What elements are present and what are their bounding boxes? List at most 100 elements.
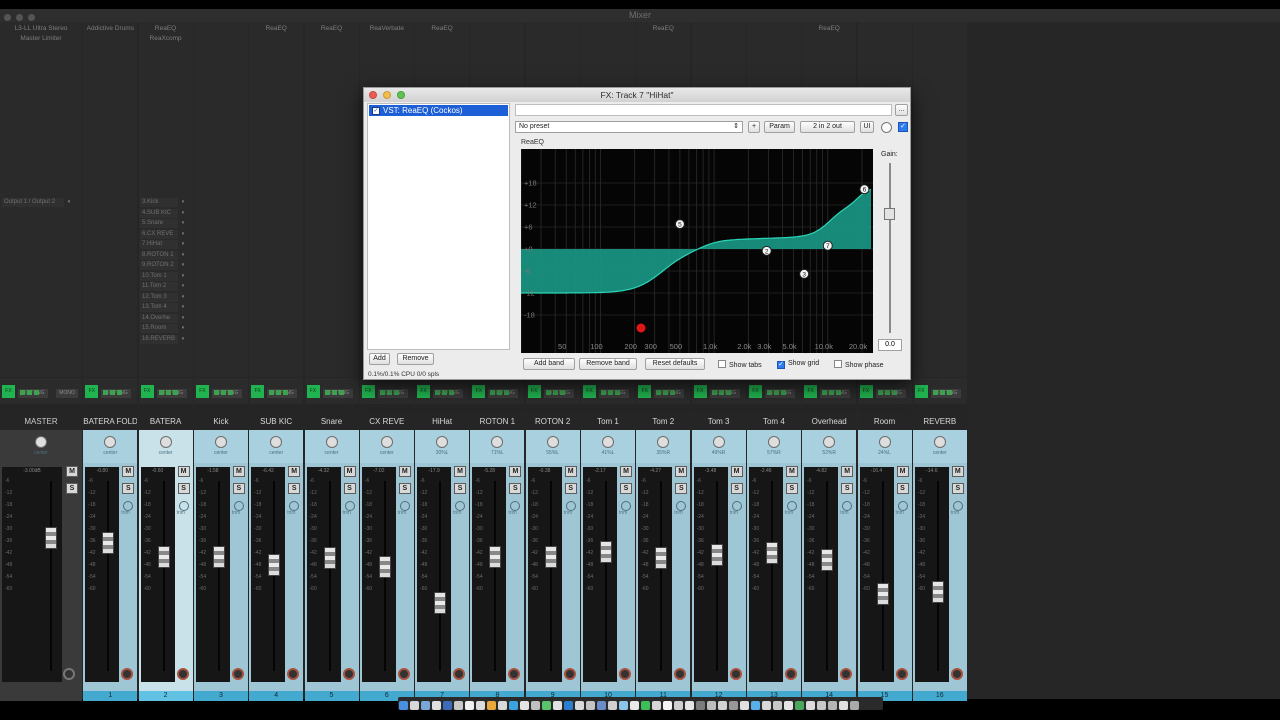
record-arm-icon[interactable] bbox=[784, 668, 797, 680]
track-name[interactable]: BATERA bbox=[139, 417, 193, 426]
send-knob-icon[interactable]: ◖ bbox=[67, 199, 72, 205]
minimize-icon[interactable] bbox=[383, 91, 391, 99]
dock-app-icon[interactable] bbox=[509, 701, 518, 710]
send-knob-icon[interactable]: ◖ bbox=[181, 199, 186, 205]
fx-slot[interactable]: Master Limiter bbox=[0, 34, 82, 44]
eq-band-node[interactable]: 5 bbox=[674, 219, 685, 230]
track-strip[interactable]: FX ROUTING HiHat 30%L -17.9 -6 -12 -18 -24 -30 -36… bbox=[415, 378, 470, 701]
reset-defaults-button[interactable]: Reset defaults bbox=[645, 358, 705, 370]
solo-button[interactable]: S bbox=[951, 483, 964, 494]
gain-value-field[interactable]: 0.0 bbox=[878, 339, 902, 351]
fx-button[interactable]: FX bbox=[472, 385, 486, 398]
track-strip[interactable]: FX ROUTING Tom 2 35%R -4.27 -6 -12 -18 -24 -30 -36… bbox=[636, 378, 691, 701]
track-number[interactable] bbox=[0, 691, 82, 701]
pan-knob[interactable] bbox=[767, 436, 780, 448]
fx-button[interactable]: FX bbox=[583, 385, 596, 398]
folder-send[interactable]: 4.SUB KIC ◖ bbox=[140, 208, 186, 218]
fx-slot[interactable]: Addictive Drums bbox=[83, 24, 137, 34]
track-name[interactable]: Tom 4 bbox=[747, 417, 801, 426]
solo-button[interactable]: S bbox=[620, 483, 632, 494]
track-name[interactable]: Kick bbox=[194, 417, 248, 426]
fx-button[interactable]: FX bbox=[251, 385, 265, 398]
close-icon[interactable] bbox=[369, 91, 377, 99]
add-band-button[interactable]: Add band bbox=[523, 358, 575, 370]
solo-button[interactable]: S bbox=[122, 483, 135, 494]
dock-app-icon[interactable] bbox=[608, 701, 617, 710]
mute-button[interactable]: M bbox=[951, 466, 964, 477]
bypass-checkbox[interactable]: ✓ bbox=[898, 122, 908, 132]
send-knob-icon[interactable]: ◖ bbox=[181, 252, 186, 258]
track-strip[interactable]: FX ROUTING BATERA center -0.60 -6 -12 -18 -24 -30… bbox=[138, 378, 193, 701]
volume-fader[interactable] bbox=[821, 549, 834, 571]
folder-send[interactable]: 9.ROTON 2 ◖ bbox=[140, 261, 186, 270]
fx-button[interactable]: FX bbox=[914, 385, 928, 398]
track-name[interactable]: SUB KIC bbox=[249, 417, 303, 426]
volume-fader[interactable] bbox=[655, 547, 668, 570]
add-preset-button[interactable]: + bbox=[748, 121, 760, 133]
mute-button[interactable]: M bbox=[730, 466, 743, 477]
more-button[interactable]: ... bbox=[895, 104, 908, 116]
folder-send[interactable]: 5.Snare ◖ bbox=[140, 219, 186, 228]
record-arm-icon[interactable] bbox=[840, 668, 853, 680]
dock-app-icon[interactable] bbox=[751, 701, 760, 710]
volume-fader[interactable] bbox=[600, 540, 612, 563]
track-strip[interactable]: FX ROUTING REVERB center -14.6 -6 -12 -18 -24 -30… bbox=[912, 378, 967, 701]
track-name[interactable]: Overhead bbox=[802, 417, 856, 426]
master-output-send[interactable]: Output 1 / Output 2 ◖ bbox=[2, 198, 72, 207]
send-knob-icon[interactable]: ◖ bbox=[181, 283, 186, 289]
zoom-icon[interactable] bbox=[397, 91, 405, 99]
dock-app-icon[interactable] bbox=[784, 701, 793, 710]
dock-app-icon[interactable] bbox=[850, 701, 859, 710]
dock-app-icon[interactable] bbox=[487, 701, 496, 710]
record-arm-icon[interactable] bbox=[342, 668, 355, 680]
track-strip[interactable]: FX ROUTING Overhead 52%R -4.82 -6 -12 -18 -24 -30… bbox=[802, 378, 857, 701]
solo-button[interactable]: S bbox=[66, 483, 78, 494]
track-number[interactable]: 5 bbox=[304, 691, 359, 701]
send-knob-icon[interactable]: ◖ bbox=[181, 325, 186, 331]
fx-slot[interactable]: ReaEQ bbox=[139, 24, 193, 34]
track-strip[interactable]: FX ROUTING CX REVE center -7.02 -6 -12 -18 -24 -3… bbox=[359, 378, 414, 701]
fx-button[interactable]: FX bbox=[195, 385, 209, 398]
pan-knob[interactable] bbox=[878, 436, 891, 448]
send-knob-icon[interactable]: ◖ bbox=[181, 336, 186, 342]
track-number[interactable]: 1 bbox=[83, 691, 138, 701]
dock-app-icon[interactable] bbox=[839, 701, 848, 710]
dock-app-icon[interactable] bbox=[630, 701, 639, 710]
solo-button[interactable]: S bbox=[288, 483, 301, 494]
send-knob-icon[interactable]: ◖ bbox=[181, 304, 186, 310]
record-arm-icon[interactable] bbox=[619, 668, 631, 680]
record-arm-icon[interactable] bbox=[508, 668, 521, 680]
volume-fader[interactable] bbox=[489, 545, 502, 568]
solo-button[interactable]: S bbox=[509, 483, 522, 494]
fx-button[interactable]: FX bbox=[804, 385, 818, 398]
mute-button[interactable]: M bbox=[398, 466, 411, 477]
record-arm-icon[interactable] bbox=[453, 668, 466, 680]
fx-slot[interactable]: ReaXcomp bbox=[139, 34, 193, 44]
fx-slot[interactable]: ReaEQ bbox=[636, 24, 690, 34]
solo-button[interactable]: S bbox=[454, 483, 467, 494]
mute-button[interactable]: M bbox=[343, 466, 356, 477]
record-arm-icon[interactable] bbox=[895, 668, 908, 680]
fx-button[interactable]: FX bbox=[638, 385, 652, 398]
record-arm-icon[interactable] bbox=[231, 668, 244, 680]
track-name[interactable]: Tom 3 bbox=[692, 417, 746, 426]
track-strip[interactable]: FX ROUTING Kick center -1.58 -6 -12 -18 -24 -30 -3… bbox=[193, 378, 248, 701]
fx-button[interactable]: FX bbox=[748, 385, 762, 398]
pan-knob[interactable] bbox=[602, 436, 614, 448]
track-number[interactable]: 4 bbox=[249, 691, 304, 701]
fx-button[interactable]: FX bbox=[140, 385, 154, 398]
dock-app-icon[interactable] bbox=[718, 701, 727, 710]
folder-send[interactable]: 16.REVERB ◖ bbox=[140, 334, 186, 344]
dock-app-icon[interactable] bbox=[399, 701, 408, 710]
volume-fader[interactable] bbox=[544, 545, 557, 568]
param-button[interactable]: Param bbox=[764, 121, 795, 133]
fx-chain-list[interactable]: ✓ VST: ReaEQ (Cockos) bbox=[367, 103, 510, 350]
dock-app-icon[interactable] bbox=[652, 701, 661, 710]
show-phase-checkbox[interactable]: Show phase bbox=[834, 360, 884, 369]
fx-slot[interactable]: ReaEQ bbox=[249, 24, 303, 34]
volume-fader[interactable] bbox=[102, 532, 115, 554]
checkbox-box[interactable]: ✓ bbox=[777, 361, 785, 369]
pan-knob[interactable] bbox=[712, 436, 725, 448]
eq-graph[interactable]: +18 +12 +6 +0 -6 -12 -18 50 100 200 300 500 1.0k 2.0… bbox=[521, 149, 873, 353]
track-name[interactable]: ROTON 2 bbox=[526, 417, 580, 426]
